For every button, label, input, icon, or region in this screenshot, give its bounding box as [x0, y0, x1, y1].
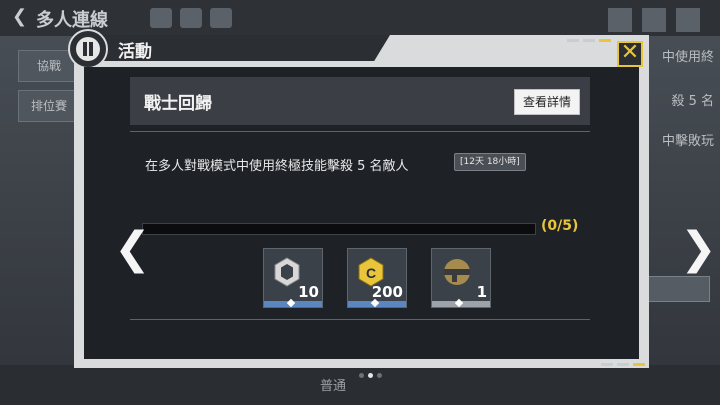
lobby-top-bar: ❮ 多人連線 [0, 0, 720, 36]
lobby-right-icons [608, 8, 700, 32]
time-remaining-badge: [12天 18小時] [454, 153, 526, 171]
page-dot[interactable] [368, 373, 373, 378]
task-description: 在多人對戰模式中使用終極技能擊殺 5 名敵人 [145, 159, 409, 174]
lobby-top-icons [150, 8, 232, 28]
event-modal: 活動 ✕ 戰士回歸 查看詳情 在多人對戰模式中使用終極技能擊殺 5 名敵人 [1… [68, 29, 717, 378]
back-icon[interactable]: ❮ [12, 6, 27, 27]
reward-item[interactable]: 1 [431, 248, 491, 308]
reward-item[interactable]: 10 [263, 248, 323, 308]
lobby-right-button[interactable] [648, 276, 710, 302]
lobby-right-text: 殺 5 名 [671, 94, 714, 109]
lobby-bottom-text[interactable]: 普通 [320, 375, 346, 394]
reward-item[interactable]: C 200 [347, 248, 407, 308]
event-header: 戰士回歸 查看詳情 [130, 77, 590, 125]
lobby-title: 多人連線 [36, 10, 108, 31]
modal-header: 活動 [74, 35, 390, 61]
view-details-button[interactable]: 查看詳情 [514, 89, 580, 115]
divider [130, 319, 590, 320]
close-button[interactable]: ✕ [617, 41, 643, 67]
reward-quantity: 10 [298, 283, 319, 301]
svg-text:C: C [366, 265, 376, 281]
event-panel: 戰士回歸 查看詳情 在多人對戰模式中使用終極技能擊殺 5 名敵人 [12天 18… [84, 67, 717, 378]
reward-list: 10 C 200 1 [263, 248, 491, 308]
next-arrow-icon[interactable]: ❯ [680, 227, 717, 271]
settings-icon[interactable] [608, 8, 632, 32]
page-dot[interactable] [377, 373, 382, 378]
task-progress-bar [142, 223, 536, 235]
prev-arrow-icon[interactable]: ❮ [114, 227, 151, 271]
inventory-icon[interactable] [642, 8, 666, 32]
currency-icon [210, 8, 232, 28]
lobby-right-text: 中使用終 [661, 50, 714, 65]
weapon-blueprint-icon [444, 259, 470, 285]
decor-stripes [601, 363, 645, 366]
currency-icon [180, 8, 202, 28]
reward-quantity: 200 [371, 283, 403, 301]
reward-quantity: 1 [476, 283, 487, 301]
decor-stripes [567, 39, 611, 42]
lobby-bottom-bar: 普通 [0, 365, 720, 405]
battle-pass-token-icon [274, 257, 300, 287]
page-indicator [359, 373, 382, 378]
modal-title: 活動 [118, 42, 152, 62]
currency-icon [150, 8, 172, 28]
event-title: 戰士回歸 [144, 94, 212, 114]
divider [130, 131, 590, 132]
menu-icon[interactable] [676, 8, 700, 32]
event-badge-icon [68, 29, 108, 69]
page-dot[interactable] [359, 373, 364, 378]
lobby-right-text: 中擊敗玩 [661, 134, 714, 149]
lobby-left-item[interactable]: 排位賽 [18, 90, 80, 122]
progress-count: (0/5) [541, 218, 579, 234]
